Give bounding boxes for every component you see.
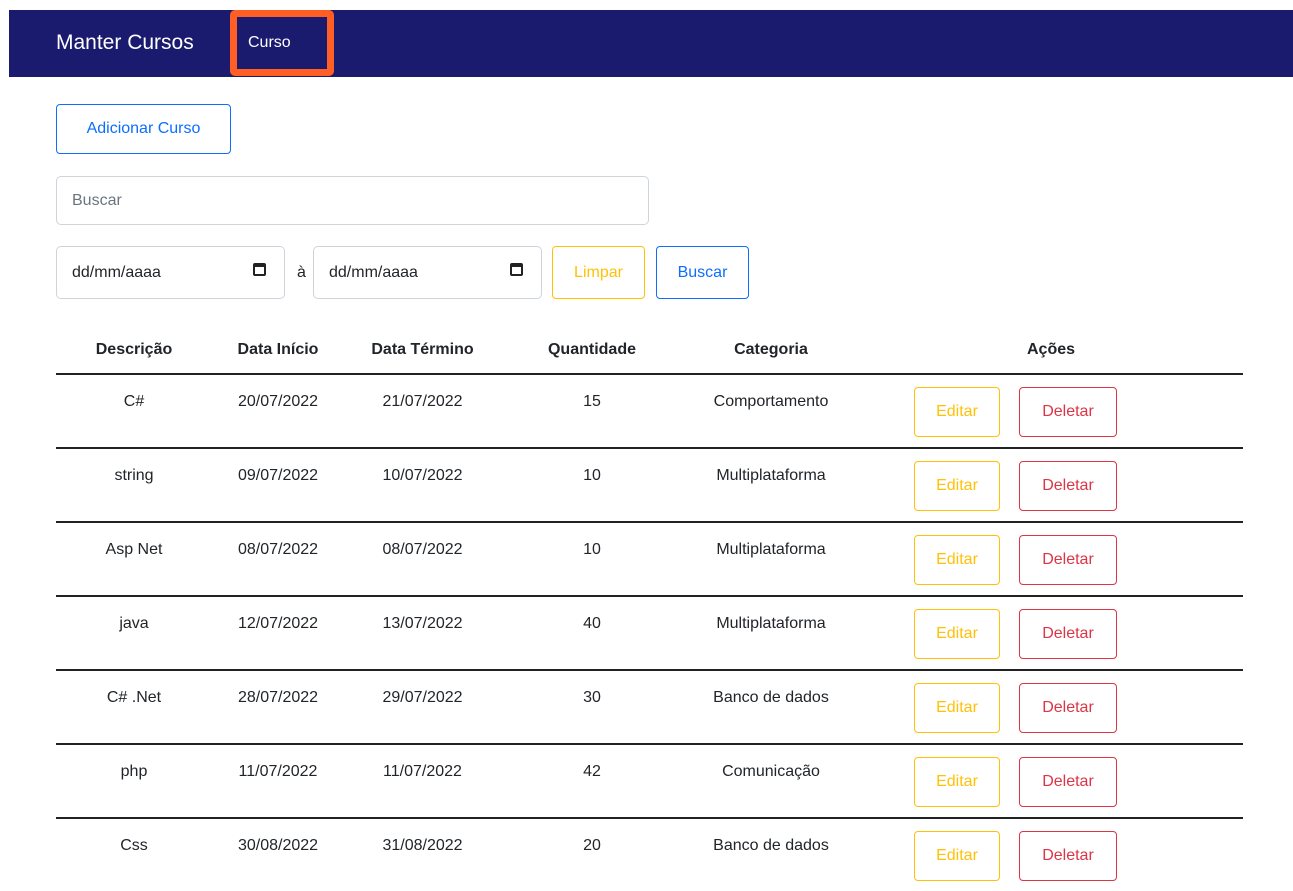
cell-data-inicio: 09/07/2022 xyxy=(212,448,344,523)
column-header-categoria[interactable]: Categoria xyxy=(683,327,859,375)
end-date-placeholder: dd/mm/aaaa xyxy=(329,263,418,281)
cell-acoes: Editar Deletar xyxy=(859,448,1243,523)
cell-quantidade: 40 xyxy=(501,596,683,671)
column-header-data-termino[interactable]: Data Término xyxy=(344,327,501,375)
delete-button[interactable]: Deletar xyxy=(1019,609,1117,659)
cell-descricao: C# xyxy=(56,374,212,449)
row-actions: Editar Deletar xyxy=(859,449,1243,521)
table-row: java 12/07/2022 13/07/2022 40 Multiplataform… xyxy=(56,596,1243,671)
table-row: Css 30/08/2022 31/08/2022 20 Banco de dados E… xyxy=(56,818,1243,891)
cell-categoria: Banco de dados xyxy=(713,837,829,854)
cell-descricao: php xyxy=(56,744,212,819)
delete-button[interactable]: Deletar xyxy=(1019,461,1117,511)
delete-button[interactable]: Deletar xyxy=(1019,535,1117,585)
cell-acoes: Editar Deletar xyxy=(859,374,1243,449)
row-actions: Editar Deletar xyxy=(859,375,1243,447)
cell-categoria: Comunicação xyxy=(683,744,859,819)
cell-data-termino: 08/07/2022 xyxy=(344,522,501,597)
cell-data-termino: 11/07/2022 xyxy=(344,744,501,819)
row-actions: Editar Deletar xyxy=(859,671,1243,743)
cell-data-termino: 21/07/2022 xyxy=(344,374,501,449)
cell-data-termino: 10/07/2022 xyxy=(344,448,501,523)
edit-button[interactable]: Editar xyxy=(914,461,1000,511)
calendar-icon[interactable] xyxy=(253,263,266,276)
edit-button[interactable]: Editar xyxy=(914,757,1000,807)
cell-categoria: Multiplataforma xyxy=(683,522,859,597)
cell-data-inicio: 20/07/2022 xyxy=(212,374,344,449)
delete-button[interactable]: Deletar xyxy=(1019,831,1117,881)
cell-data-inicio: 28/07/2022 xyxy=(212,670,344,745)
start-date-placeholder: dd/mm/aaaa xyxy=(72,263,161,281)
nav-link-curso-highlight[interactable]: Curso xyxy=(230,10,334,76)
cell-acoes: Editar Deletar xyxy=(859,818,1243,891)
row-actions: Editar Deletar xyxy=(859,523,1243,595)
cell-acoes: Editar Deletar xyxy=(859,596,1243,671)
cell-data-inicio: 08/07/2022 xyxy=(212,522,344,597)
cell-descricao: C# .Net xyxy=(56,670,212,745)
add-course-button[interactable]: Adicionar Curso xyxy=(56,104,231,154)
cell-categoria: Comportamento xyxy=(683,374,859,449)
cell-quantidade: 42 xyxy=(501,744,683,819)
table-row: C# .Net 28/07/2022 29/07/2022 30 Banco de da… xyxy=(56,670,1243,745)
edit-button[interactable]: Editar xyxy=(914,683,1000,733)
table-row: C# 20/07/2022 21/07/2022 15 Comportamento Edi… xyxy=(56,374,1243,449)
row-actions: Editar Deletar xyxy=(859,819,1243,891)
search-button[interactable]: Buscar xyxy=(656,246,749,299)
cell-acoes: Editar Deletar xyxy=(859,522,1243,597)
cell-data-termino: 31/08/2022 xyxy=(382,837,463,854)
top-navbar: Manter Cursos Curso xyxy=(9,10,1293,77)
cell-quantidade: 15 xyxy=(501,374,683,449)
date-range-separator: à xyxy=(297,264,306,281)
cell-data-inicio: 11/07/2022 xyxy=(212,744,344,819)
delete-button[interactable]: Deletar xyxy=(1019,757,1117,807)
cell-quantidade: 10 xyxy=(501,522,683,597)
cell-quantidade: 20 xyxy=(583,837,601,854)
cell-data-inicio: 12/07/2022 xyxy=(212,596,344,671)
cell-descricao: string xyxy=(56,448,212,523)
table-header-row: Descrição Data Início Data Término Quant… xyxy=(56,327,1243,375)
end-date-input[interactable]: dd/mm/aaaa xyxy=(313,246,542,299)
table-body: C# 20/07/2022 21/07/2022 15 Comportamento Edi… xyxy=(56,374,1243,891)
row-actions: Editar Deletar xyxy=(859,745,1243,817)
start-date-input[interactable]: dd/mm/aaaa xyxy=(56,246,285,299)
clear-button[interactable]: Limpar xyxy=(552,246,645,299)
cell-data-termino: 29/07/2022 xyxy=(344,670,501,745)
cell-descricao: Asp Net xyxy=(56,522,212,597)
column-header-data-inicio[interactable]: Data Início xyxy=(212,327,344,375)
cell-data-termino: 13/07/2022 xyxy=(344,596,501,671)
table-row: string 09/07/2022 10/07/2022 10 Multiplatafo… xyxy=(56,448,1243,523)
cell-descricao: java xyxy=(56,596,212,671)
cell-categoria: Multiplataforma xyxy=(683,448,859,523)
edit-button[interactable]: Editar xyxy=(914,387,1000,437)
cell-acoes: Editar Deletar xyxy=(859,670,1243,745)
navbar-brand[interactable]: Manter Cursos xyxy=(56,29,194,57)
edit-button[interactable]: Editar xyxy=(914,535,1000,585)
cell-quantidade: 30 xyxy=(501,670,683,745)
edit-button[interactable]: Editar xyxy=(914,609,1000,659)
column-header-descricao[interactable]: Descrição xyxy=(56,327,212,375)
delete-button[interactable]: Deletar xyxy=(1019,683,1117,733)
search-input[interactable]: Buscar xyxy=(56,176,649,225)
row-actions: Editar Deletar xyxy=(859,597,1243,669)
table-row: php 11/07/2022 11/07/2022 42 Comunicação Edit… xyxy=(56,744,1243,819)
cell-data-inicio: 30/08/2022 xyxy=(237,837,319,854)
cell-acoes: Editar Deletar xyxy=(859,744,1243,819)
cell-categoria: Banco de dados xyxy=(683,670,859,745)
delete-button[interactable]: Deletar xyxy=(1019,387,1117,437)
courses-table: Descrição Data Início Data Término Quant… xyxy=(56,327,1243,891)
calendar-icon[interactable] xyxy=(510,263,523,276)
cell-categoria: Multiplataforma xyxy=(683,596,859,671)
table-row: Asp Net 08/07/2022 08/07/2022 10 Multiplataf… xyxy=(56,522,1243,597)
column-header-quantidade[interactable]: Quantidade xyxy=(501,327,683,375)
edit-button[interactable]: Editar xyxy=(914,831,1000,881)
cell-descricao: Css xyxy=(120,837,148,854)
cell-quantidade: 10 xyxy=(501,448,683,523)
column-header-acoes: Ações xyxy=(859,327,1243,375)
nav-link-curso[interactable]: Curso xyxy=(248,32,291,54)
